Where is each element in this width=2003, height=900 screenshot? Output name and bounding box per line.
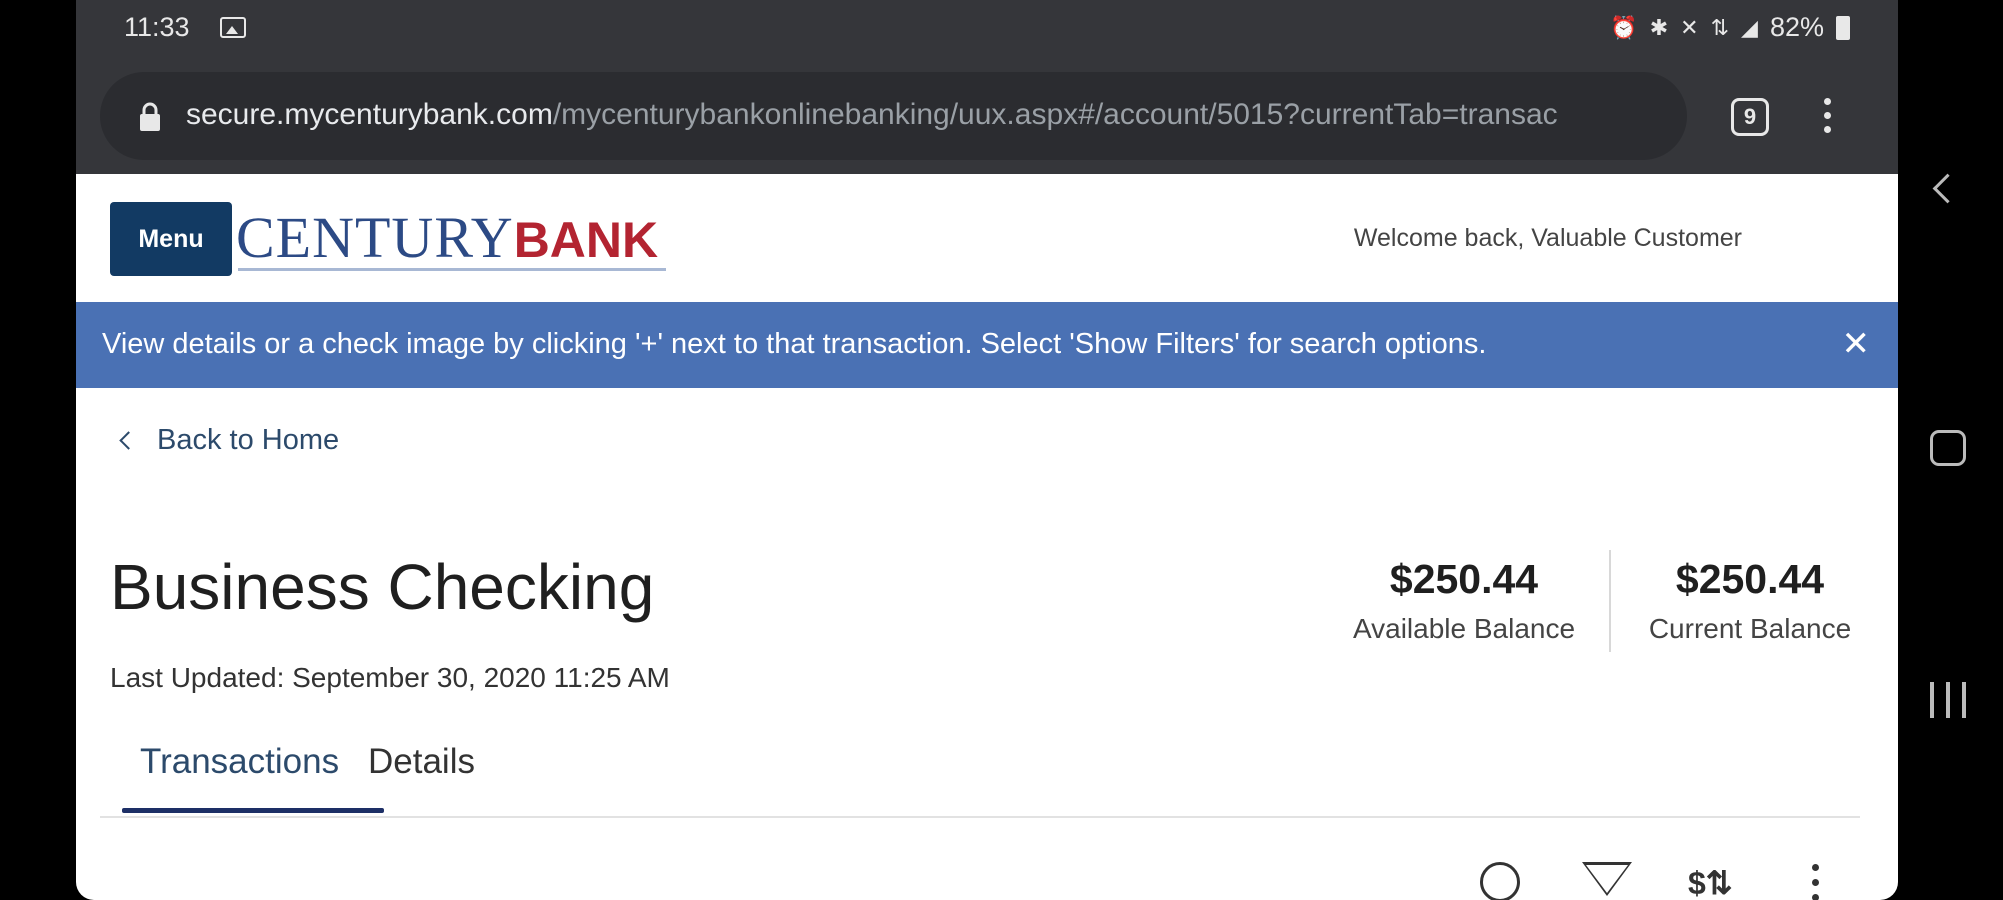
century-bank-logo[interactable]: CENTURYBANK [236, 204, 666, 271]
battery-icon [1836, 15, 1850, 40]
tab-switcher-icon[interactable]: 9 [1731, 98, 1769, 136]
sort-icon[interactable]: $⇅ [1688, 864, 1733, 900]
url-host: secure.mycenturybank.com [186, 98, 553, 131]
account-tabs: Transactions Details [100, 728, 1860, 816]
back-to-home-link[interactable]: Back to Home [119, 424, 340, 457]
available-balance-label: Available Balance [1352, 613, 1576, 644]
tabs-divider [100, 816, 1860, 818]
mute-icon: ✕ [1680, 14, 1699, 40]
status-bar: 11:33 ⏰ ✱ ✕ ⇅ ◢ 82% [76, 0, 1898, 58]
signal-icon: ◢ [1741, 14, 1758, 40]
info-banner: View details or a check image by clickin… [76, 302, 1898, 388]
bluetooth-icon: ✱ [1649, 14, 1669, 40]
status-time: 11:33 [124, 12, 190, 42]
data-icon: ⇅ [1710, 14, 1730, 40]
chevron-left-icon [119, 431, 138, 450]
url-path: /mycenturybankonlinebanking/uux.aspx#/ac… [552, 98, 1558, 131]
banner-text: View details or a check image by clickin… [102, 328, 1487, 360]
logo-bank-text: BANK [513, 212, 659, 268]
logo-underline [238, 268, 666, 271]
browser-toolbar: secure.mycenturybank.com/mycenturybankon… [76, 58, 1898, 174]
status-icons: ⏰ ✱ ✕ ⇅ ◢ 82% [1610, 12, 1850, 43]
phone-screen: 11:33 ⏰ ✱ ✕ ⇅ ◢ 82% secure.mycenturybank… [76, 0, 1898, 900]
available-balance: $250.44 Available Balance [1336, 556, 1592, 645]
android-back-icon[interactable] [1932, 173, 1963, 204]
android-home-icon[interactable] [1930, 430, 1966, 466]
current-balance-amount: $250.44 [1675, 556, 1825, 602]
tab-details[interactable]: Details [368, 742, 475, 782]
alarm-icon: ⏰ [1610, 14, 1638, 40]
active-tab-indicator [122, 808, 384, 813]
tab-transactions[interactable]: Transactions [140, 742, 339, 782]
url-text[interactable]: secure.mycenturybank.com/mycenturybankon… [186, 98, 1558, 132]
browser-menu-icon[interactable] [1824, 98, 1832, 138]
last-updated: Last Updated: September 30, 2020 11:25 A… [110, 662, 670, 693]
lock-icon [140, 102, 160, 131]
battery-percent: 82% [1769, 12, 1824, 42]
url-bar[interactable]: secure.mycenturybank.com/mycenturybankon… [100, 72, 1687, 160]
balance-divider [1609, 550, 1611, 652]
current-balance-label: Current Balance [1648, 613, 1852, 644]
more-options-icon[interactable] [1812, 864, 1820, 900]
back-link-label: Back to Home [157, 424, 340, 456]
image-icon [220, 17, 246, 38]
welcome-message: Welcome back, Valuable Customer [1353, 224, 1742, 252]
current-balance: $250.44 Current Balance [1632, 556, 1868, 645]
menu-button[interactable]: Menu [110, 202, 232, 276]
search-icon[interactable] [1480, 862, 1520, 900]
close-icon[interactable]: ✕ [1842, 324, 1871, 364]
logo-century-text: CENTURY [236, 205, 514, 270]
site-header: Menu CENTURYBANK Welcome back, Valuable … [76, 174, 1898, 302]
available-balance-amount: $250.44 [1389, 556, 1539, 602]
page-title: Business Checking [110, 551, 655, 623]
android-recents-icon[interactable] [1930, 682, 1966, 718]
filter-icon[interactable] [1582, 862, 1632, 896]
